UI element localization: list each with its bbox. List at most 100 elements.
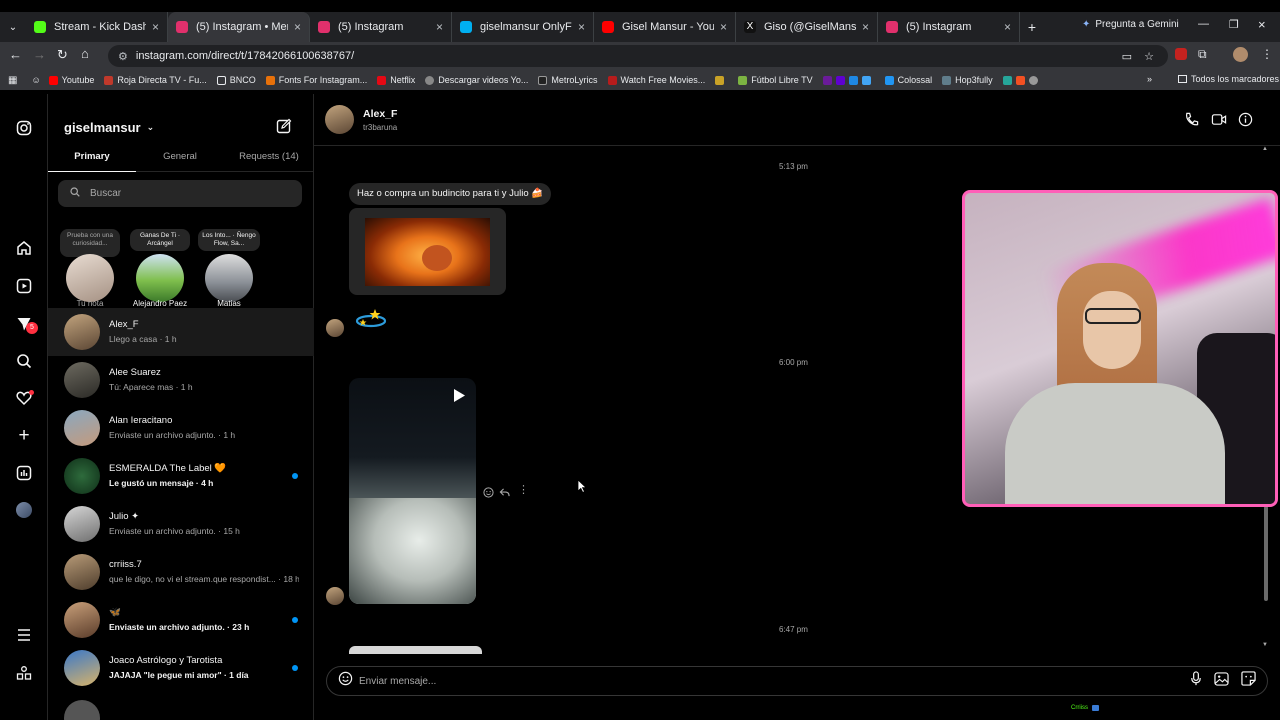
chat-name[interactable]: Alex_F: [363, 108, 397, 120]
bookmark-item[interactable]: MetroLyrics: [538, 75, 598, 85]
home-icon[interactable]: ⌂: [81, 46, 89, 61]
search-icon[interactable]: [14, 351, 34, 371]
note-avatar[interactable]: [66, 254, 114, 302]
messages-icon[interactable]: 5: [14, 314, 38, 334]
menu-icon[interactable]: ⋮: [1261, 47, 1273, 61]
close-icon[interactable]: ×: [152, 20, 159, 34]
reaction-sticker[interactable]: [355, 307, 387, 331]
video-call-icon[interactable]: [1211, 112, 1227, 132]
profile-avatar[interactable]: [1233, 47, 1248, 62]
image-upload-icon[interactable]: [1214, 671, 1229, 691]
bookmark-item[interactable]: [822, 75, 875, 85]
close-icon[interactable]: ×: [436, 20, 443, 34]
bookmark-item[interactable]: Descargar videos Yo...: [425, 75, 528, 85]
browser-tab[interactable]: giselmansur OnlyFans Offi...×: [452, 12, 594, 42]
profile-avatar[interactable]: [14, 500, 34, 520]
note-avatar[interactable]: [136, 254, 184, 302]
conversation-item[interactable]: Joaco Astrólogo y Tarotista JAJAJA "le pe…: [48, 644, 314, 692]
heart-icon[interactable]: [14, 388, 34, 408]
conversation-item[interactable]: crriiss.7 que le digo, no vi el stream.qu…: [48, 548, 314, 596]
browser-tab[interactable]: Stream - Kick Dashboard×: [26, 12, 168, 42]
more-bookmarks-icon[interactable]: »: [1147, 74, 1152, 84]
forward-icon[interactable]: →: [33, 47, 46, 62]
browser-tab[interactable]: (5) Instagram ×: [310, 12, 452, 42]
bookmark-item[interactable]: Fútbol Libre TV: [738, 75, 813, 85]
bookmark-item[interactable]: Netflix: [377, 75, 415, 85]
note-avatar[interactable]: [205, 254, 253, 302]
bookmark-item[interactable]: [1002, 75, 1042, 85]
conversation-item[interactable]: 🦋 Enviaste un archivo adjunto. · 23 h: [48, 596, 314, 644]
note-bubble[interactable]: Prueba con una curiosidad...: [60, 229, 120, 257]
note-bubble[interactable]: Los Into... · Ñengo Flow, Sa...: [198, 229, 260, 251]
window-close-button[interactable]: ×: [1258, 17, 1266, 32]
close-icon[interactable]: ×: [720, 20, 727, 34]
cast-icon[interactable]: ▭: [1122, 50, 1132, 63]
restore-button[interactable]: ❐: [1229, 18, 1239, 31]
emoji-picker-icon[interactable]: [338, 671, 353, 691]
bookmark-item[interactable]: Fonts For Instagram...: [265, 75, 367, 85]
tab-general[interactable]: General: [136, 146, 224, 172]
all-bookmarks[interactable]: Todos los marcadores: [1178, 74, 1279, 84]
react-icon[interactable]: [483, 485, 494, 503]
close-icon[interactable]: ×: [1004, 20, 1011, 34]
browser-tab[interactable]: Gisel Mansur - YouTube×: [594, 12, 736, 42]
puzzle-icon[interactable]: ⧉: [1198, 47, 1207, 62]
back-icon[interactable]: ←: [9, 47, 22, 62]
bookmark-item[interactable]: Hop3fully: [942, 75, 993, 85]
tab-primary[interactable]: Primary: [48, 146, 136, 172]
scroll-thumb[interactable]: [1264, 506, 1268, 601]
shared-photo[interactable]: [349, 208, 506, 295]
conversation-item[interactable]: Julio ✦ Enviaste un archivo adjunto. · 15…: [48, 500, 314, 548]
conversation-item[interactable]: Alan Ieracitano Enviaste un archivo adjun…: [48, 404, 314, 452]
reels-icon[interactable]: [14, 276, 34, 296]
browser-tab[interactable]: (5) Instagram ×: [878, 12, 1020, 42]
apps-icon[interactable]: ▦: [8, 75, 17, 86]
bookmark-star-icon[interactable]: ☆: [1144, 50, 1154, 63]
bookmark-folder[interactable]: BNCO: [216, 75, 256, 85]
chat-avatar[interactable]: [325, 105, 354, 134]
instagram-logo-icon[interactable]: [14, 118, 34, 138]
reload-icon[interactable]: ↻: [57, 47, 68, 63]
reply-icon[interactable]: [499, 485, 510, 503]
bookmark-item[interactable]: Watch Free Movies...: [607, 75, 705, 85]
play-icon[interactable]: [453, 388, 466, 408]
tab-search-button[interactable]: ⌄: [0, 22, 26, 33]
new-message-icon[interactable]: [276, 118, 292, 139]
conversation-item-partial[interactable]: [48, 694, 314, 720]
message-input[interactable]: Enviar mensaje...: [359, 676, 1190, 687]
threads-apps-icon[interactable]: [14, 663, 34, 683]
site-info-icon[interactable]: ⚙: [118, 50, 128, 63]
dashboard-icon[interactable]: [14, 463, 34, 483]
phone-icon[interactable]: [1184, 112, 1199, 132]
bookmark-item[interactable]: Roja Directa TV - Fu...: [104, 75, 207, 85]
search-input[interactable]: Buscar: [58, 180, 302, 207]
emoji-icon[interactable]: ☺: [31, 75, 40, 85]
conversation-item[interactable]: Alee Suarez Tú: Aparece mas · 1 h: [48, 356, 314, 404]
conversation-item[interactable]: Alex_F Llego a casa · 1 h: [48, 308, 314, 356]
more-menu-icon[interactable]: [14, 625, 34, 645]
create-icon[interactable]: +: [14, 425, 34, 446]
minimize-button[interactable]: —: [1198, 18, 1209, 30]
close-icon[interactable]: ×: [578, 20, 585, 34]
bookmark-item[interactable]: Colossal: [884, 75, 932, 85]
conversation-item[interactable]: ESMERALDA The Label 🧡 Le gustó un mensaje…: [48, 452, 314, 500]
address-bar[interactable]: ⚙ instagram.com/direct/t/178420661006387…: [108, 45, 1168, 67]
browser-tab[interactable]: X Giso (@GiselMansur) / X×: [736, 12, 878, 42]
close-icon[interactable]: ×: [862, 20, 869, 34]
close-icon[interactable]: ×: [294, 20, 301, 34]
note-bubble[interactable]: Ganas De Ti · Arcángel: [130, 229, 190, 251]
bookmark-item[interactable]: [715, 75, 728, 85]
message-bubble[interactable]: Haz o compra un budincito para ti y Juli…: [349, 183, 552, 205]
extension-icon[interactable]: [1175, 48, 1187, 60]
account-switcher[interactable]: giselmansur ⌄: [64, 120, 154, 135]
tab-requests[interactable]: Requests (14): [224, 146, 314, 172]
shared-video[interactable]: [349, 378, 476, 604]
home-icon[interactable]: [14, 238, 34, 258]
more-options-icon[interactable]: ⋮: [518, 483, 529, 496]
gemini-button[interactable]: ✦ Pregunta a Gemini: [1082, 19, 1179, 30]
microphone-icon[interactable]: [1190, 671, 1202, 691]
new-tab-button[interactable]: +: [1020, 19, 1044, 35]
info-icon[interactable]: [1238, 112, 1253, 132]
sticker-icon[interactable]: [1241, 671, 1256, 691]
bookmark-item[interactable]: Youtube: [48, 75, 94, 85]
